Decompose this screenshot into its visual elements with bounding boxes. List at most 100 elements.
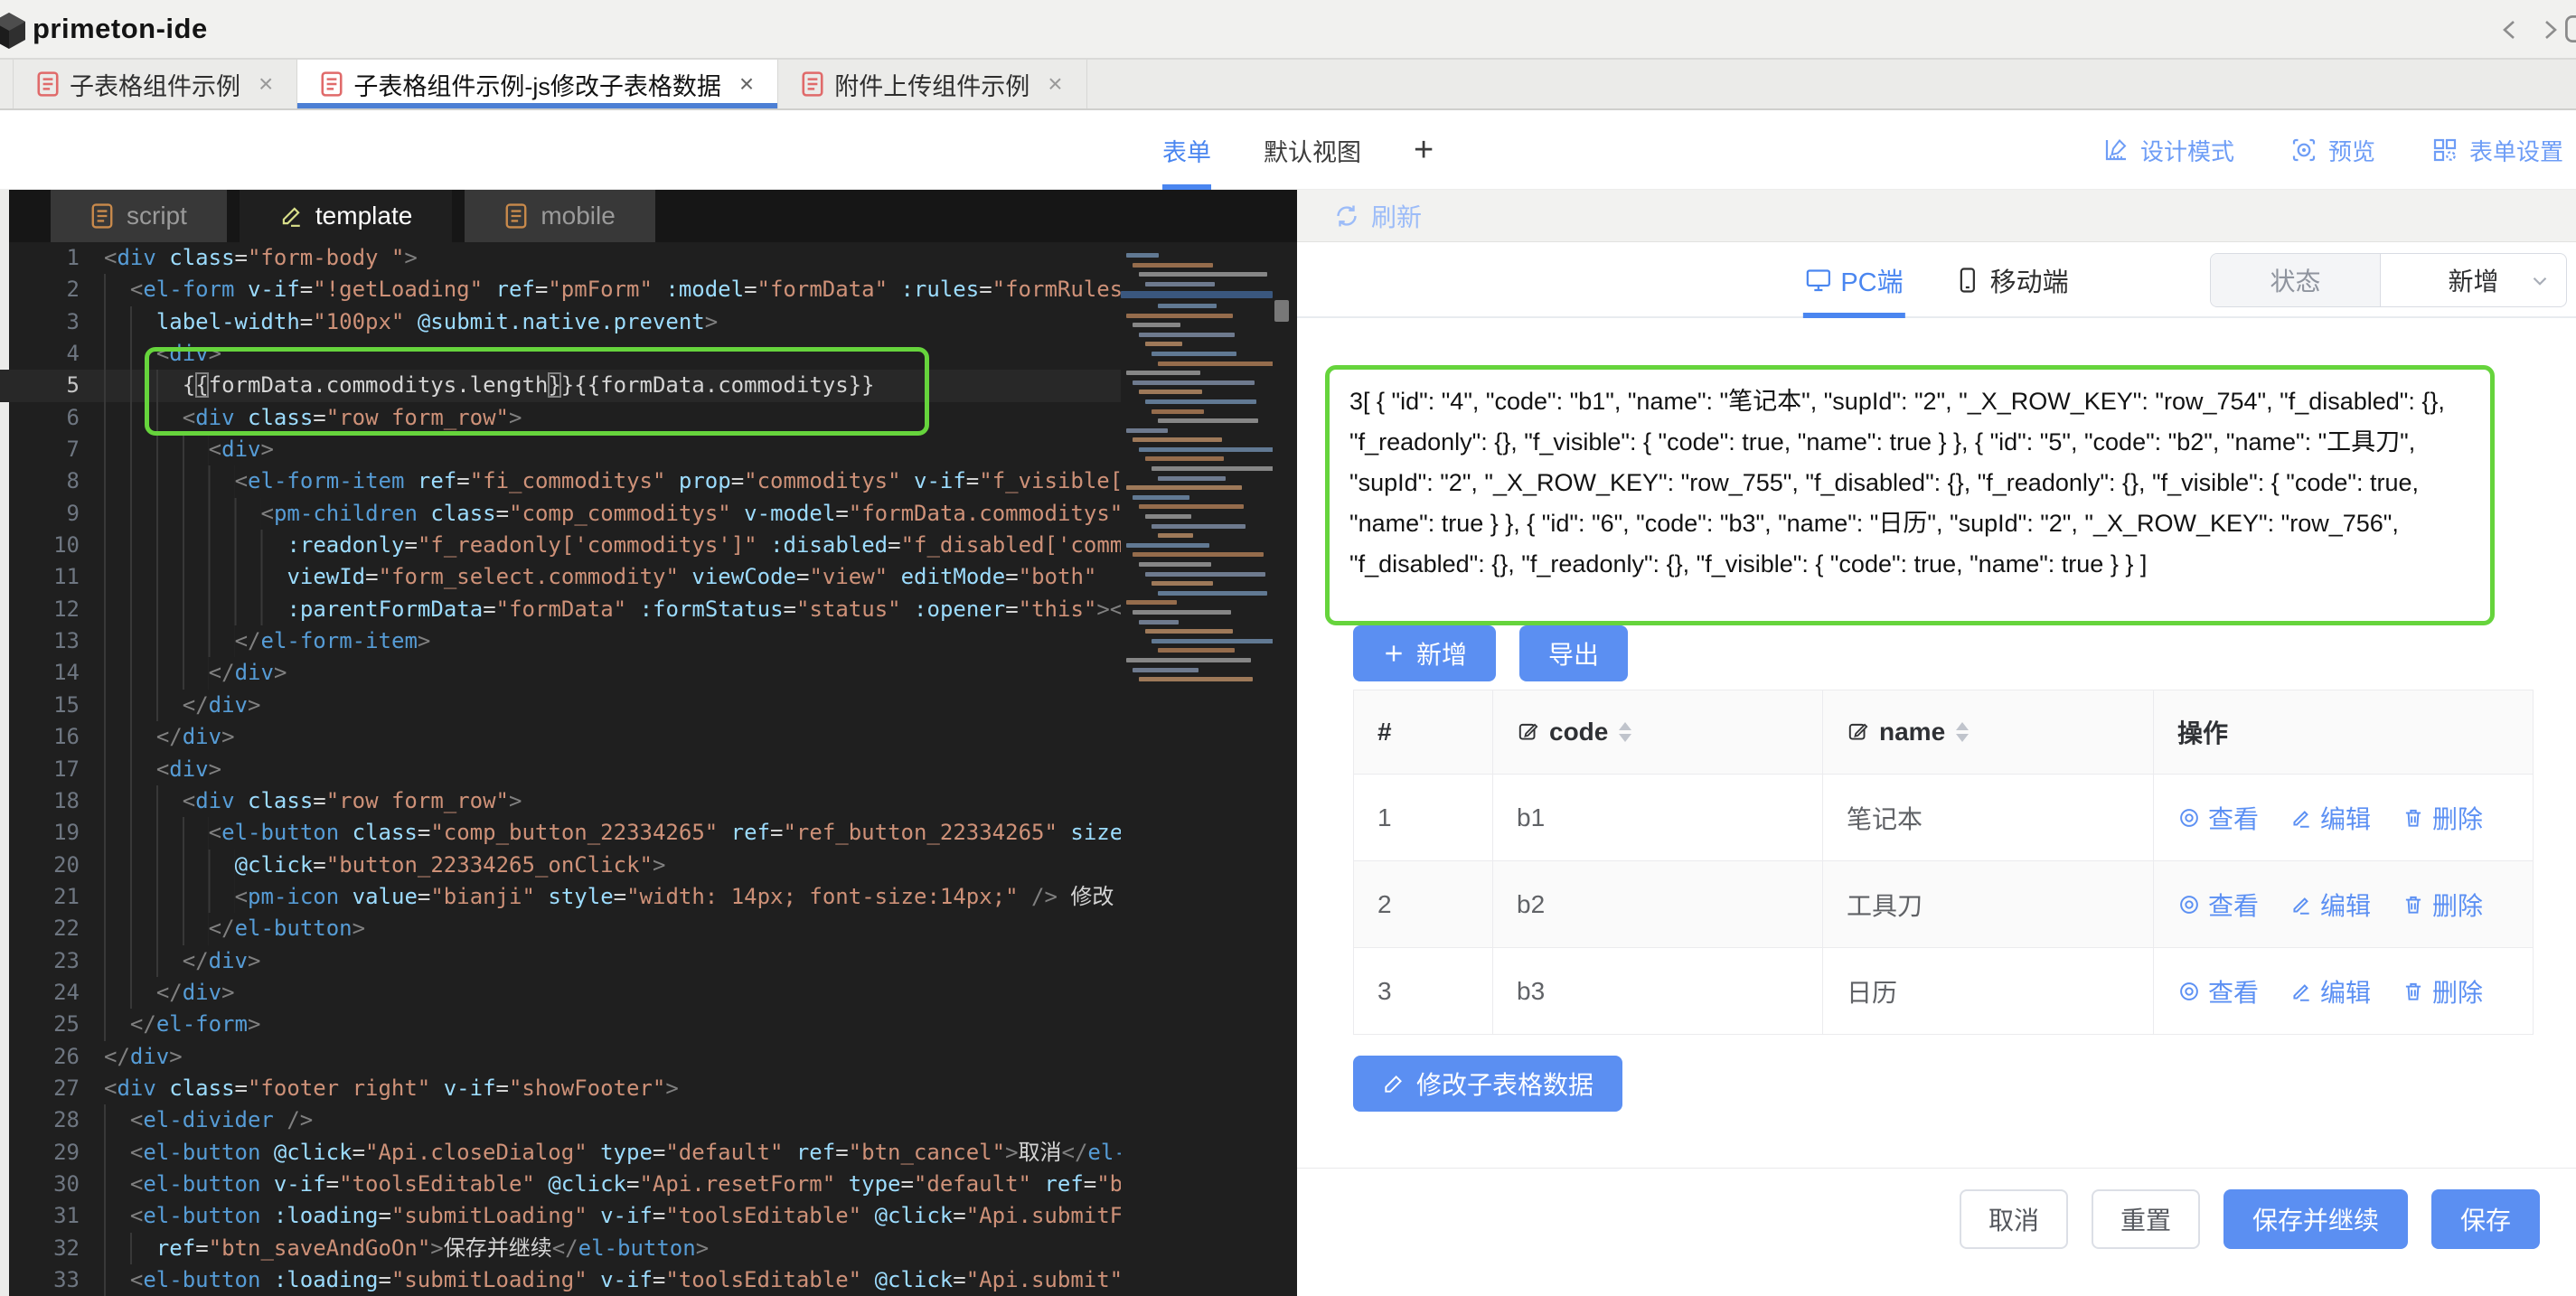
doc-tab-2[interactable]: 子表格组件示例-js修改子表格数据 ×	[297, 60, 778, 108]
minimap[interactable]	[1121, 253, 1273, 705]
minimap-line	[1145, 342, 1182, 346]
editor-tab-template[interactable]: template	[240, 190, 452, 242]
table-cell: 笔记本	[1823, 775, 2154, 860]
row-action-view[interactable]: 查看	[2177, 973, 2259, 1010]
minimap-line	[1126, 543, 1209, 548]
history-back-icon[interactable]	[2493, 13, 2527, 47]
code-line[interactable]: 18<div class="row form_row">	[0, 785, 1121, 817]
minimap-line	[1139, 333, 1235, 337]
form-settings-button[interactable]: 表单设置	[2431, 134, 2563, 167]
code-line[interactable]: 10:readonly="f_readonly['commoditys']" :…	[0, 530, 1121, 561]
row-action-delete[interactable]: 删除	[2402, 887, 2483, 923]
line-number: 30	[0, 1169, 80, 1200]
code-line[interactable]: 14</div>	[0, 657, 1121, 689]
code-line[interactable]: 1<div class="form-body ">	[0, 242, 1121, 274]
tab-mobile[interactable]: 移动端	[1954, 242, 2069, 318]
table-row: 2b2工具刀查看编辑删除	[1354, 860, 2533, 947]
add-view-button[interactable]: +	[1414, 110, 1434, 190]
row-action-edit[interactable]: 编辑	[2289, 887, 2371, 923]
col-code[interactable]: code	[1493, 690, 1823, 774]
export-button[interactable]: 导出	[1519, 625, 1628, 681]
design-mode-button[interactable]: 设计模式	[2102, 134, 2234, 167]
close-icon[interactable]: ×	[739, 71, 754, 97]
code-line[interactable]: 27<div class="footer right" v-if="showFo…	[0, 1073, 1121, 1104]
row-action-view[interactable]: 查看	[2177, 887, 2259, 923]
code-line[interactable]: 2<el-form v-if="!getLoading" ref="pmForm…	[0, 274, 1121, 305]
tab-form[interactable]: 表单	[1162, 110, 1211, 190]
code-line[interactable]: 5{{formData.commoditys.length}}{{formDat…	[0, 370, 1121, 401]
code-line[interactable]: 12:parentFormData="formData" :formStatus…	[0, 594, 1121, 625]
close-icon[interactable]: ×	[259, 71, 273, 97]
reset-button[interactable]: 重置	[2092, 1189, 2200, 1249]
line-number: 9	[0, 498, 80, 530]
preview-eye-icon	[2290, 136, 2317, 164]
code-line[interactable]: 19<el-button class="comp_button_22334265…	[0, 817, 1121, 849]
sort-icons[interactable]	[1619, 722, 1631, 742]
cancel-button[interactable]: 取消	[1960, 1189, 2068, 1249]
code-line[interactable]: 20@click="button_22334265_onClick">	[0, 850, 1121, 881]
minimap-line	[1158, 591, 1267, 596]
code-line[interactable]: 6<div class="row form_row">	[0, 402, 1121, 434]
line-number: 13	[0, 625, 80, 657]
code-line[interactable]: 21<pm-icon value="bianji" style="width: …	[0, 881, 1121, 913]
doc-tab-3[interactable]: 附件上传组件示例 ×	[778, 60, 1086, 108]
code-line[interactable]: 13</el-form-item>	[0, 625, 1121, 657]
code-line[interactable]: 33<el-button :loading="submitLoading" v-…	[0, 1264, 1121, 1296]
modify-subtable-button[interactable]: 修改子表格数据	[1353, 1056, 1622, 1112]
row-action-view[interactable]: 查看	[2177, 800, 2259, 836]
preview-button[interactable]: 预览	[2290, 134, 2375, 167]
code-line[interactable]: 24</div>	[0, 977, 1121, 1009]
line-number: 20	[0, 850, 80, 881]
save-button[interactable]: 保存	[2431, 1189, 2540, 1249]
code-line[interactable]: 28<el-divider />	[0, 1104, 1121, 1136]
code-line[interactable]: 17<div>	[0, 754, 1121, 785]
minimap-line	[1145, 629, 1233, 634]
code-line[interactable]: 15</div>	[0, 690, 1121, 721]
code-line[interactable]: 26</div>	[0, 1041, 1121, 1073]
refresh-button[interactable]: 刷新	[1333, 198, 1422, 234]
save-and-continue-button[interactable]: 保存并继续	[2223, 1189, 2408, 1249]
code-line[interactable]: 25</el-form>	[0, 1009, 1121, 1040]
tab-pc[interactable]: PC端	[1804, 242, 1903, 318]
row-actions: 查看编辑删除	[2154, 861, 2533, 947]
code-line[interactable]: 4<div>	[0, 338, 1121, 370]
sort-icons[interactable]	[1956, 722, 1969, 742]
code-line[interactable]: 16</div>	[0, 721, 1121, 753]
add-row-button[interactable]: 新增	[1353, 625, 1496, 681]
row-action-delete[interactable]: 删除	[2402, 973, 2483, 1010]
view-tools: 设计模式 预览 表单设置	[2102, 110, 2563, 190]
status-select[interactable]: 状态 新增	[2210, 253, 2567, 307]
chevron-down-icon	[2528, 269, 2552, 293]
code-line[interactable]: 3label-width="100px" @submit.native.prev…	[0, 306, 1121, 338]
code-line[interactable]: 29<el-button @click="Api.closeDialog" ty…	[0, 1137, 1121, 1169]
tab-default-view[interactable]: 默认视图	[1264, 110, 1361, 190]
code-line[interactable]: 7<div>	[0, 434, 1121, 465]
code-editor: script template mobile 1<div class="form…	[0, 190, 1297, 1296]
minimap-line	[1139, 390, 1202, 394]
code-line[interactable]: 31<el-button :loading="submitLoading" v-…	[0, 1200, 1121, 1232]
code-line[interactable]: 9<pm-children class="comp_commoditys" v-…	[0, 498, 1121, 530]
close-icon[interactable]: ×	[1048, 71, 1062, 97]
editor-tab-script[interactable]: script	[51, 190, 227, 242]
row-action-delete[interactable]: 删除	[2402, 800, 2483, 836]
minimap-line	[1126, 485, 1242, 490]
editor-tab-mobile[interactable]: mobile	[465, 190, 654, 242]
minimap-line	[1133, 323, 1180, 327]
code-line[interactable]: 32ref="btn_saveAndGoOn">保存并继续</el-button…	[0, 1233, 1121, 1264]
code-line[interactable]: 22</el-button>	[0, 913, 1121, 944]
editor-scrollbar-thumb[interactable]	[1274, 300, 1289, 322]
code-line[interactable]: 30<el-button v-if="toolsEditable" @click…	[0, 1169, 1121, 1200]
row-action-edit[interactable]: 编辑	[2289, 800, 2371, 836]
code-line[interactable]: 23</div>	[0, 945, 1121, 977]
app-logo	[0, 11, 27, 51]
doc-tab-1[interactable]: 子表格组件示例 ×	[13, 60, 297, 108]
row-action-edit[interactable]: 编辑	[2289, 973, 2371, 1010]
line-number: 17	[0, 754, 80, 785]
delete-icon	[2402, 893, 2425, 916]
status-value[interactable]: 新增	[2381, 254, 2566, 306]
save-icon[interactable]	[2563, 14, 2576, 44]
code-line[interactable]: 11viewId="form_select.commodity" viewCod…	[0, 561, 1121, 593]
history-forward-icon[interactable]	[2533, 13, 2567, 47]
col-name[interactable]: name	[1823, 690, 2154, 774]
code-line[interactable]: 8<el-form-item ref="fi_commoditys" prop=…	[0, 465, 1121, 497]
